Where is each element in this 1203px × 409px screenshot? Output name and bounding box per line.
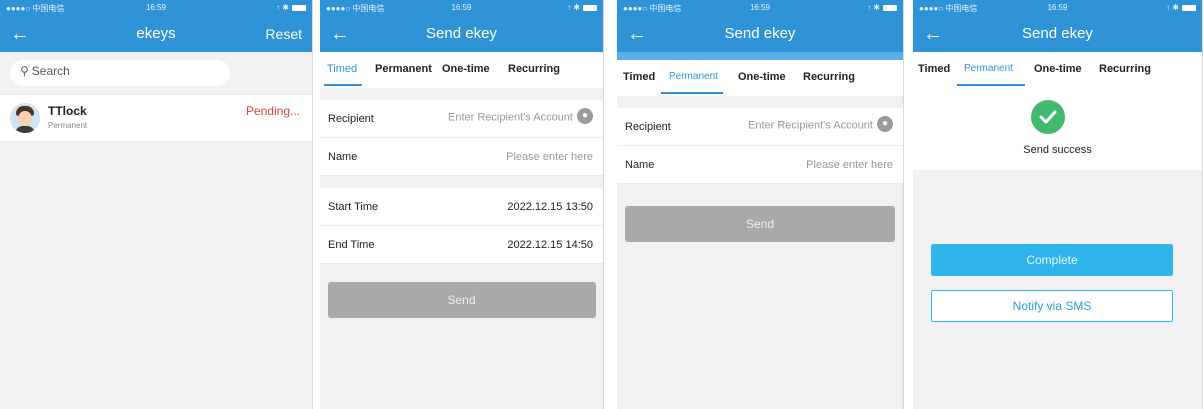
tab-one-time[interactable]: One-time	[442, 63, 490, 75]
status-icons: ↑ ✱	[276, 3, 306, 12]
screen-ekeys: ●●●●○ 中国电信 16:59 ↑ ✱ ← ekeys Reset ⚲ Sear…	[0, 0, 313, 409]
tab-bar: Timed Permanent One-time Recurring	[617, 60, 903, 96]
screen-send-success: ●●●●○ 中国电信 16:59 ↑ ✱ ← Send ekey Timed P…	[913, 0, 1203, 409]
status-bar: ●●●●○ 中国电信 16:59 ↑ ✱	[913, 0, 1202, 18]
page-title: Send ekey	[724, 25, 796, 42]
tab-recurring[interactable]: Recurring	[1099, 63, 1151, 75]
search-bar: ⚲ Search	[0, 52, 312, 94]
status-icons: ↑ ✱	[1166, 3, 1196, 12]
status-right: ↑ ✱	[867, 3, 880, 12]
item-type: Permanent	[48, 121, 88, 130]
status-icons: ↑ ✱	[867, 3, 897, 12]
name-field[interactable]: Name Please enter here	[320, 138, 603, 176]
battery-icon	[583, 4, 597, 11]
name-label: Name	[625, 159, 655, 171]
tab-recurring[interactable]: Recurring	[803, 71, 855, 83]
page-title: Send ekey	[1022, 25, 1093, 42]
list-item[interactable]: TTlock Permanent Pending...	[0, 94, 312, 142]
contact-icon[interactable]: ●	[877, 116, 893, 132]
tab-one-time[interactable]: One-time	[738, 71, 786, 83]
end-time-label: End Time	[328, 239, 375, 251]
status-time: 16:59	[749, 3, 771, 12]
start-time-field[interactable]: Start Time 2022.12.15 13:50	[320, 188, 603, 226]
success-message: Send success	[1023, 144, 1092, 156]
name-input[interactable]: Please enter here	[806, 159, 893, 171]
start-time-value[interactable]: 2022.12.15 13:50	[507, 201, 593, 213]
status-time: 16:59	[145, 3, 167, 12]
reset-button[interactable]: Reset	[265, 26, 302, 42]
status-right: ↑ ✱	[567, 3, 580, 12]
tab-timed[interactable]: Timed	[918, 63, 950, 75]
tab-bar: Timed Permanent One-time Recurring	[320, 52, 603, 88]
header: ●●●●○ 中国电信 16:59 ↑ ✱ ← Send ekey	[913, 0, 1202, 52]
tab-permanent[interactable]: Permanent	[669, 71, 718, 82]
recipient-input[interactable]: Enter Recipient's Account ●	[747, 116, 893, 132]
recipient-input[interactable]: Enter Recipient's Account ●	[447, 108, 593, 124]
notify-sms-button[interactable]: Notify via SMS	[931, 290, 1173, 322]
tab-timed[interactable]: Timed	[623, 71, 655, 83]
name-label: Name	[328, 151, 358, 163]
send-button[interactable]: Send	[327, 282, 596, 318]
navbar: ← ekeys Reset	[0, 18, 312, 52]
navbar: ← Send ekey	[617, 18, 903, 52]
success-check-icon	[1031, 100, 1065, 134]
screen-send-timed: ●●●●○ 中国电信 16:59 ↑ ✱ ← Send ekey Timed P…	[320, 0, 604, 409]
navbar: ← Send ekey	[320, 18, 603, 52]
send-button[interactable]: Send	[625, 206, 895, 242]
recipient-field[interactable]: Recipient Enter Recipient's Account ●	[617, 108, 903, 146]
status-bar: ●●●●○ 中国电信 16:59 ↑ ✱	[617, 0, 903, 18]
status-right: ↑ ✱	[1166, 3, 1179, 12]
search-input[interactable]: ⚲ Search	[10, 60, 230, 86]
tab-timed[interactable]: Timed	[327, 63, 357, 75]
complete-button[interactable]: Complete	[931, 244, 1173, 276]
header: ●●●●○ 中国电信 16:59 ↑ ✱ ← Send ekey	[320, 0, 603, 52]
tab-bar: Timed Permanent One-time Recurring	[913, 52, 1202, 88]
end-time-value[interactable]: 2022.12.15 14:50	[507, 239, 593, 251]
tab-indicator	[324, 84, 362, 86]
recipient-field[interactable]: Recipient Enter Recipient's Account ●	[320, 100, 603, 138]
status-time: 16:59	[1047, 3, 1068, 12]
tab-indicator	[957, 84, 1025, 86]
start-time-label: Start Time	[328, 201, 379, 213]
tab-one-time[interactable]: One-time	[1034, 63, 1082, 75]
contact-icon[interactable]: ●	[577, 108, 593, 124]
end-time-field[interactable]: End Time 2022.12.15 14:50	[320, 226, 603, 264]
recipient-placeholder: Enter Recipient's Account	[747, 119, 873, 132]
name-input[interactable]: Please enter here	[506, 151, 593, 163]
recipient-placeholder: Enter Recipient's Account	[447, 111, 573, 124]
tab-recurring[interactable]: Recurring	[508, 63, 560, 75]
status-bar: ●●●●○ 中国电信 16:59 ↑ ✱	[320, 0, 603, 18]
navbar: ← Send ekey	[913, 18, 1202, 52]
tab-permanent[interactable]: Permanent	[964, 63, 1013, 74]
header: ●●●●○ 中国电信 16:59 ↑ ✱ ← ekeys Reset	[0, 0, 312, 52]
page-title: Send ekey	[426, 25, 497, 42]
status-badge: Pending...	[245, 104, 300, 118]
header: ●●●●○ 中国电信 16:59 ↑ ✱ ← Send ekey	[617, 0, 903, 52]
status-time: 16:59	[451, 3, 472, 12]
search-icon: ⚲	[20, 64, 29, 78]
item-name: TTlock	[48, 104, 87, 118]
status-right: ↑ ✱	[276, 3, 289, 12]
recipient-label: Recipient	[625, 121, 671, 133]
status-icons: ↑ ✱	[567, 3, 597, 12]
search-placeholder: Search	[31, 64, 70, 78]
battery-icon	[292, 4, 306, 11]
avatar	[10, 103, 40, 133]
status-bar: ●●●●○ 中国电信 16:59 ↑ ✱	[0, 0, 312, 18]
screen-send-permanent: ●●●●○ 中国电信 16:59 ↑ ✱ ← Send ekey Timed P…	[617, 0, 904, 409]
tab-permanent[interactable]: Permanent	[375, 63, 432, 75]
name-field[interactable]: Name Please enter here	[617, 146, 903, 184]
tab-indicator	[661, 92, 723, 94]
success-panel: Send success	[913, 88, 1202, 170]
recipient-label: Recipient	[328, 113, 374, 125]
battery-icon	[1182, 4, 1196, 11]
battery-icon	[883, 4, 897, 11]
